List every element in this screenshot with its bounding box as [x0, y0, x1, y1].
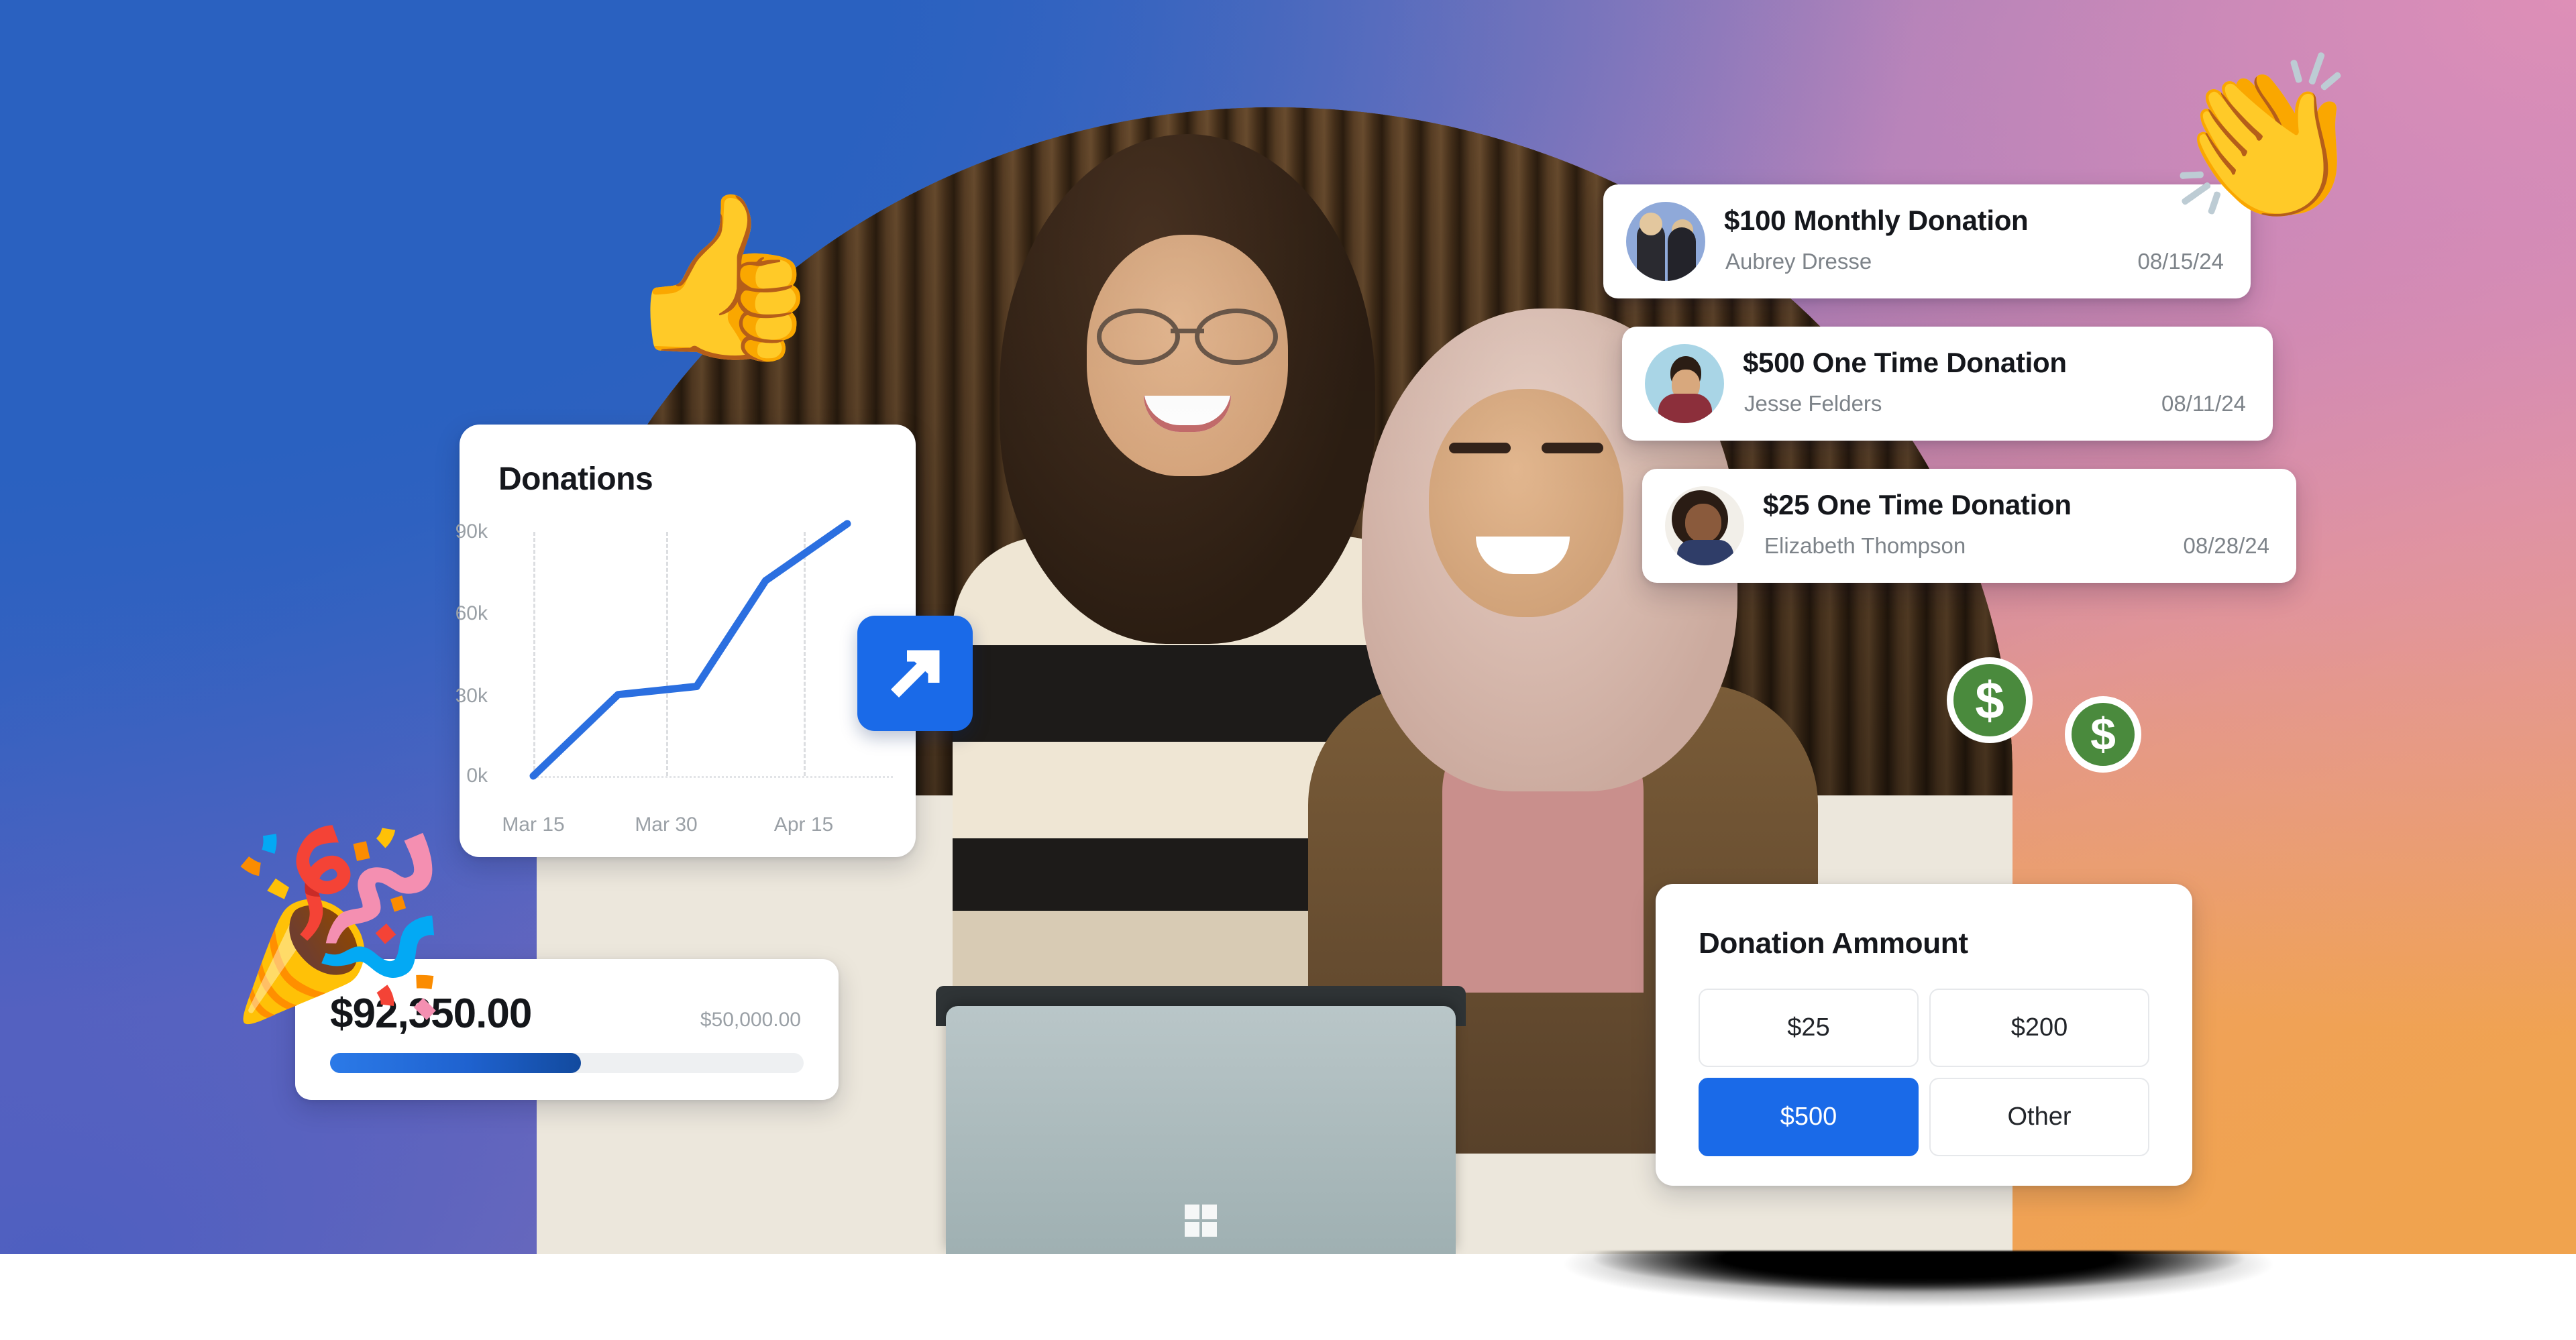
donation-notification-card[interactable]: $25 One Time Donation Elizabeth Thompson…: [1642, 469, 2296, 583]
donation-date: 08/15/24: [2137, 249, 2224, 274]
donations-line-series: [529, 520, 851, 780]
donation-notification-card[interactable]: $100 Monthly Donation Aubrey Dresse 08/1…: [1603, 184, 2251, 298]
amount-option-500[interactable]: $500: [1699, 1078, 1919, 1156]
party-popper-icon: 🎉: [225, 824, 451, 1025]
y-tick-90k: 90k: [455, 520, 488, 543]
chart-title: Donations: [498, 461, 653, 497]
goal-target-amount: $50,000.00: [700, 1009, 801, 1031]
x-tick-apr-15: Apr 15: [773, 814, 834, 836]
donation-notification-card[interactable]: $500 One Time Donation Jesse Felders 08/…: [1622, 327, 2273, 441]
donation-date: 08/28/24: [2183, 533, 2269, 558]
progress-bar-fill: [330, 1053, 582, 1073]
donation-amount-title: Donation Ammount: [1699, 927, 1968, 960]
donations-chart-card: Donations 90k 60k 30k 0k Mar 15 Mar 30 A…: [455, 425, 916, 857]
avatar: [1626, 202, 1705, 281]
donor-name: Aubrey Dresse: [1725, 249, 1872, 274]
donation-amount-card: Donation Ammount $25 $200 $500 Other: [1656, 884, 2192, 1186]
donation-title: $25 One Time Donation: [1763, 489, 2072, 520]
amount-option-200[interactable]: $200: [1929, 989, 2149, 1067]
dollar-coin-icon: $: [1947, 657, 2033, 743]
donation-title: $100 Monthly Donation: [1724, 205, 2029, 236]
avatar: [1645, 344, 1724, 423]
page-root: Donations 90k 60k 30k 0k Mar 15 Mar 30 A…: [0, 0, 2576, 1340]
donor-name: Jesse Felders: [1744, 391, 1882, 416]
chart-plot-area: 90k 60k 30k 0k Mar 15 Mar 30 Apr 15: [455, 520, 893, 836]
clapping-hands-icon: 👏: [2165, 50, 2366, 229]
donation-date: 08/11/24: [2161, 391, 2246, 416]
progress-bar-track: [330, 1053, 804, 1073]
y-tick-60k: 60k: [455, 602, 488, 625]
dollar-coin-icon: $: [2065, 696, 2141, 773]
donation-amount-options: $25 $200 $500 Other: [1699, 989, 2149, 1156]
y-tick-30k: 30k: [455, 684, 488, 707]
hero-background: Donations 90k 60k 30k 0k Mar 15 Mar 30 A…: [0, 0, 2576, 1254]
x-tick-mar-30: Mar 30: [635, 814, 698, 836]
donation-title: $500 One Time Donation: [1743, 347, 2067, 378]
thumbs-up-icon: 👍: [623, 186, 823, 366]
amount-option-other[interactable]: Other: [1929, 1078, 2149, 1156]
arrow-up-right-icon[interactable]: [857, 616, 973, 731]
x-tick-mar-15: Mar 15: [502, 814, 565, 836]
amount-option-25[interactable]: $25: [1699, 989, 1919, 1067]
y-tick-0k: 0k: [466, 765, 488, 787]
donor-name: Elizabeth Thompson: [1764, 533, 1966, 558]
arrow-up-right-glyph: [890, 650, 940, 698]
drop-shadow-blob: [1563, 1251, 2274, 1325]
avatar: [1665, 486, 1744, 565]
